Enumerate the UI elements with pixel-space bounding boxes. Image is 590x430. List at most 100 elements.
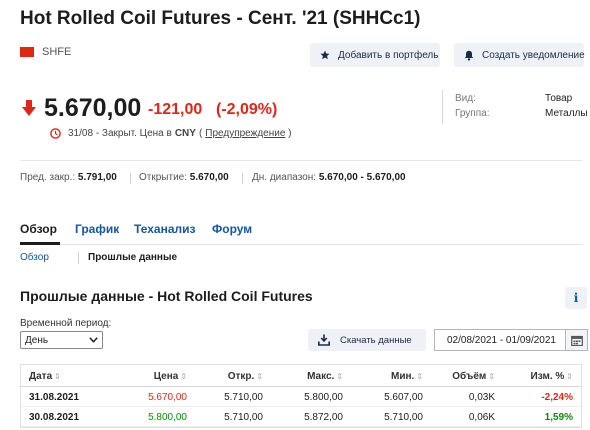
- subnav-overview[interactable]: Обзор: [20, 252, 49, 263]
- sort-icon: ⇕: [256, 372, 263, 381]
- header-low-label: Мин.: [391, 371, 415, 382]
- tab-overview[interactable]: Обзор: [20, 222, 57, 236]
- row-high: 5.800,00: [304, 392, 343, 403]
- create-alert-button[interactable]: Создать уведомление: [454, 43, 585, 67]
- header-volume-label: Объём: [452, 371, 487, 382]
- open-value: 5.670,00: [189, 172, 229, 183]
- stat-open: Открытие: 5.670,00: [139, 172, 229, 183]
- market-status: 31/08 - Закрыт. Цена в CNY ( Предупрежде…: [50, 128, 292, 139]
- day-range-value: 5.670,00 - 5.670,00: [318, 172, 406, 183]
- tab-forum[interactable]: Форум: [212, 222, 252, 236]
- stat-prev-close: Пред. закр.: 5.791,00: [20, 172, 117, 183]
- header-change[interactable]: Изм. % ⇕: [531, 371, 573, 382]
- row-low: 5.710,00: [384, 412, 423, 423]
- section-divider: [20, 160, 582, 161]
- download-icon: [318, 334, 330, 346]
- chevron-down-icon: [89, 337, 98, 343]
- stat-separator: [130, 173, 131, 184]
- bell-icon: [464, 50, 474, 61]
- table-row: 31.08.2021 5.670,00 5.710,00 5.800,00 5.…: [21, 387, 581, 407]
- create-alert-label: Создать уведомление: [482, 49, 585, 61]
- sort-icon: ⇕: [566, 372, 573, 381]
- download-label: Скачать данные: [340, 334, 412, 346]
- row-open: 5.710,00: [224, 392, 263, 403]
- header-low[interactable]: Мин. ⇕: [391, 371, 423, 382]
- prev-close-label: Пред. закр.:: [20, 172, 76, 183]
- sort-icon: ⇕: [336, 372, 343, 381]
- down-arrow-icon: [22, 100, 36, 116]
- row-date: 30.08.2021: [29, 412, 80, 423]
- stat-day-range: Дн. диапазон: 5.670,00 - 5.670,00: [252, 172, 406, 183]
- row-change: 1,59%: [544, 412, 573, 423]
- info-divider: [442, 90, 443, 124]
- date-range-value: 02/08/2021 - 01/09/2021: [447, 335, 556, 346]
- clock-icon: [50, 128, 61, 139]
- prev-close-value: 5.791,00: [77, 172, 117, 183]
- header-high-label: Макс.: [307, 371, 335, 382]
- historical-data-table: Дата ⇕ Цена ⇕ Откр. ⇕ Макс. ⇕ Мин. ⇕ Объём ⇕ И…: [20, 364, 582, 428]
- add-to-portfolio-button[interactable]: Добавить в портфель: [310, 43, 440, 67]
- header-date-label: Дата: [29, 371, 53, 382]
- type-value: Товар: [545, 93, 573, 104]
- day-range-label: Дн. диапазон:: [252, 172, 317, 183]
- price-change: -121,00: [148, 101, 203, 118]
- open-label: Открытие:: [139, 172, 187, 183]
- download-data-button[interactable]: Скачать данные: [308, 329, 426, 351]
- row-date: 31.08.2021: [29, 392, 80, 403]
- row-low: 5.607,00: [384, 392, 423, 403]
- row-change: -2,24%: [541, 392, 573, 403]
- header-price-label: Цена: [153, 371, 179, 382]
- currency: CNY: [174, 128, 196, 139]
- type-label: Вид:: [455, 93, 476, 104]
- paren-open: (: [198, 128, 203, 139]
- period-label: Временной период:: [20, 318, 112, 329]
- group-value: Металлы: [545, 108, 588, 119]
- sort-icon: ⇕: [488, 372, 495, 381]
- period-selected-value: День: [25, 335, 49, 346]
- calendar-button[interactable]: [565, 330, 587, 350]
- info-row-type: Вид: Товар: [455, 93, 590, 108]
- section-title: Прошлые данные - Hot Rolled Coil Futures: [20, 288, 313, 304]
- header-open[interactable]: Откр. ⇕: [228, 371, 263, 382]
- star-icon: [320, 50, 330, 60]
- header-price[interactable]: Цена ⇕: [154, 371, 187, 382]
- china-flag-icon: [20, 47, 34, 57]
- page-title: Hot Rolled Coil Futures - Сент. '21 (SHH…: [20, 8, 421, 29]
- info-row-group: Группа: Металлы: [455, 108, 590, 123]
- tabs-underline: [20, 244, 582, 245]
- row-open: 5.710,00: [224, 412, 263, 423]
- subnav-historical[interactable]: Прошлые данные: [88, 252, 177, 263]
- warning-link[interactable]: Предупреждение: [205, 128, 285, 139]
- subnav-separator: [78, 252, 79, 264]
- calendar-icon: [570, 335, 583, 346]
- instrument-info: Вид: Товар Группа: Металлы: [455, 93, 590, 123]
- row-price: 5.800,00: [148, 412, 187, 423]
- header-date[interactable]: Дата ⇕: [29, 371, 61, 382]
- row-price: 5.670,00: [148, 392, 187, 403]
- price-change-percent: (-2,09%): [216, 101, 278, 118]
- date-range-picker[interactable]: 02/08/2021 - 01/09/2021: [434, 329, 588, 351]
- table-row: 30.08.2021 5.800,00 5.710,00 5.872,00 5.…: [21, 407, 581, 427]
- table-header-row: Дата ⇕ Цена ⇕ Откр. ⇕ Макс. ⇕ Мин. ⇕ Объём ⇕ И…: [21, 365, 581, 387]
- sort-icon: ⇕: [180, 372, 187, 381]
- period-select[interactable]: День: [20, 331, 103, 349]
- sort-icon: ⇕: [416, 372, 423, 381]
- last-price: 5.670,00: [44, 94, 142, 122]
- group-label: Группа:: [455, 108, 490, 119]
- stat-separator: [242, 173, 243, 184]
- exchange-row: SHFE Добавить в портфель Создать уведомл…: [20, 43, 590, 67]
- row-volume: 0,03K: [468, 392, 495, 403]
- header-high[interactable]: Макс. ⇕: [307, 371, 343, 382]
- tab-chart[interactable]: График: [75, 222, 119, 236]
- status-text: - Закрыт. Цена в: [95, 128, 172, 139]
- tab-technical[interactable]: Теханализ: [134, 222, 195, 236]
- info-icon[interactable]: i: [565, 287, 587, 309]
- status-date: 31/08: [68, 128, 94, 139]
- header-volume[interactable]: Объём ⇕: [452, 371, 495, 382]
- active-tab-indicator: [20, 242, 60, 245]
- exchange-label: SHFE: [42, 46, 72, 58]
- sort-icon: ⇕: [54, 372, 61, 381]
- paren-close: ): [288, 128, 292, 139]
- add-to-portfolio-label: Добавить в портфель: [338, 49, 439, 61]
- header-open-label: Откр.: [227, 371, 255, 382]
